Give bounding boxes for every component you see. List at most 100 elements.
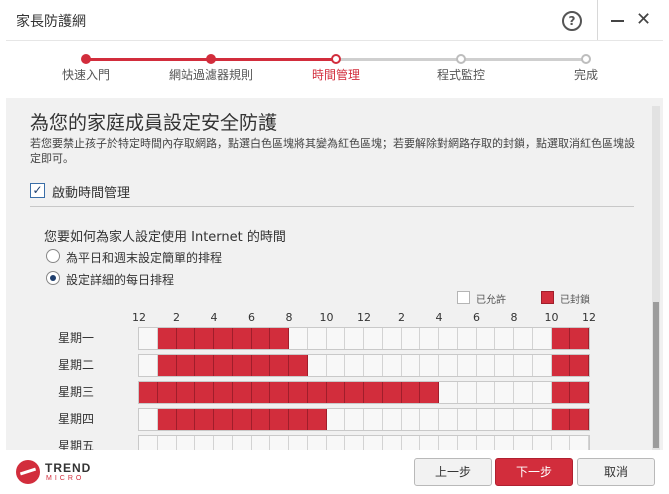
- schedule-cell[interactable]: [401, 382, 421, 403]
- schedule-cell[interactable]: [477, 328, 496, 349]
- schedule-cell[interactable]: [326, 382, 346, 403]
- scrollbar-thumb[interactable]: [653, 302, 659, 448]
- schedule-cell[interactable]: [252, 436, 271, 450]
- schedule-cell[interactable]: [176, 409, 196, 430]
- schedule-cell[interactable]: [495, 382, 514, 403]
- schedule-cell[interactable]: [195, 436, 214, 450]
- schedule-cell[interactable]: [458, 409, 477, 430]
- schedule-cell[interactable]: [495, 355, 514, 376]
- schedule-cell[interactable]: [327, 355, 346, 376]
- schedule-cell[interactable]: [439, 436, 458, 450]
- schedule-cell[interactable]: [176, 355, 196, 376]
- schedule-cell[interactable]: [195, 328, 214, 349]
- schedule-row-monday[interactable]: [138, 327, 590, 350]
- schedule-cell[interactable]: [458, 328, 477, 349]
- schedule-cell[interactable]: [420, 409, 439, 430]
- schedule-cell[interactable]: [232, 409, 252, 430]
- schedule-cell[interactable]: [195, 382, 214, 403]
- schedule-cell[interactable]: [458, 355, 477, 376]
- schedule-cell[interactable]: [383, 409, 402, 430]
- radio-label-detailed[interactable]: 設定詳細的每日排程: [66, 271, 174, 288]
- schedule-cell[interactable]: [495, 328, 514, 349]
- schedule-cell[interactable]: [176, 328, 196, 349]
- schedule-cell[interactable]: [232, 328, 252, 349]
- schedule-cell[interactable]: [157, 382, 177, 403]
- schedule-cell[interactable]: [139, 355, 158, 376]
- schedule-cell[interactable]: [551, 355, 571, 376]
- schedule-cell[interactable]: [214, 409, 233, 430]
- schedule-cell[interactable]: [383, 436, 402, 450]
- schedule-cell[interactable]: [307, 382, 327, 403]
- schedule-cell[interactable]: [514, 436, 533, 450]
- schedule-cell[interactable]: [533, 382, 552, 403]
- help-icon[interactable]: ?: [562, 11, 582, 31]
- schedule-cell[interactable]: [495, 409, 514, 430]
- schedule-cell[interactable]: [176, 382, 196, 403]
- schedule-cell[interactable]: [533, 409, 552, 430]
- schedule-row-wednesday[interactable]: [138, 381, 590, 404]
- schedule-cell[interactable]: [270, 355, 289, 376]
- schedule-cell[interactable]: [345, 355, 364, 376]
- schedule-cell[interactable]: [214, 382, 233, 403]
- schedule-cell[interactable]: [270, 328, 289, 349]
- schedule-cell[interactable]: [364, 355, 383, 376]
- schedule-cell[interactable]: [233, 436, 252, 450]
- schedule-cell[interactable]: [232, 355, 252, 376]
- schedule-cell[interactable]: [458, 436, 477, 450]
- schedule-cell[interactable]: [289, 382, 308, 403]
- schedule-row-thursday[interactable]: [138, 408, 590, 431]
- checkbox-checked-icon[interactable]: ✓: [30, 183, 45, 198]
- next-button[interactable]: 下一步: [495, 458, 573, 486]
- schedule-cell[interactable]: [533, 355, 552, 376]
- schedule-cell[interactable]: [570, 328, 589, 349]
- schedule-cell[interactable]: [420, 436, 439, 450]
- schedule-cell[interactable]: [251, 382, 271, 403]
- schedule-cell[interactable]: [533, 328, 552, 349]
- schedule-cell[interactable]: [439, 328, 458, 349]
- schedule-cell[interactable]: [195, 409, 214, 430]
- schedule-cell[interactable]: [552, 436, 571, 450]
- schedule-cell[interactable]: [139, 328, 158, 349]
- schedule-cell[interactable]: [158, 436, 177, 450]
- schedule-cell[interactable]: [327, 328, 346, 349]
- schedule-cell[interactable]: [570, 436, 589, 450]
- schedule-cell[interactable]: [289, 409, 308, 430]
- schedule-cell[interactable]: [570, 382, 589, 403]
- schedule-cell[interactable]: [251, 355, 271, 376]
- schedule-cell[interactable]: [477, 355, 496, 376]
- schedule-cell[interactable]: [570, 409, 589, 430]
- radio-simple-schedule[interactable]: [46, 249, 60, 263]
- schedule-cell[interactable]: [214, 436, 233, 450]
- schedule-cell[interactable]: [477, 409, 496, 430]
- schedule-cell[interactable]: [364, 382, 383, 403]
- schedule-cell[interactable]: [139, 409, 158, 430]
- radio-label-simple[interactable]: 為平日和週末設定簡單的排程: [66, 249, 222, 266]
- schedule-cell[interactable]: [177, 436, 196, 450]
- schedule-cell[interactable]: [345, 409, 364, 430]
- schedule-cell[interactable]: [327, 436, 346, 450]
- schedule-cell[interactable]: [345, 382, 364, 403]
- schedule-cell[interactable]: [157, 355, 177, 376]
- schedule-cell[interactable]: [214, 355, 233, 376]
- back-button[interactable]: 上一步: [414, 458, 492, 486]
- schedule-cell[interactable]: [157, 328, 177, 349]
- schedule-cell[interactable]: [364, 409, 383, 430]
- vertical-scrollbar[interactable]: [652, 106, 660, 450]
- schedule-cell[interactable]: [551, 409, 571, 430]
- schedule-cell[interactable]: [382, 382, 402, 403]
- schedule-cell[interactable]: [232, 382, 252, 403]
- schedule-cell[interactable]: [308, 328, 327, 349]
- schedule-cell[interactable]: [157, 409, 177, 430]
- schedule-cell[interactable]: [345, 436, 364, 450]
- close-icon[interactable]: ✕: [636, 9, 651, 31]
- schedule-cell[interactable]: [402, 355, 421, 376]
- schedule-row-friday[interactable]: [138, 435, 590, 450]
- schedule-cell[interactable]: [308, 436, 327, 450]
- schedule-cell[interactable]: [514, 328, 533, 349]
- schedule-cell[interactable]: [139, 382, 158, 403]
- schedule-cell[interactable]: [458, 382, 477, 403]
- schedule-cell[interactable]: [214, 328, 233, 349]
- cancel-button[interactable]: 取消: [577, 458, 655, 486]
- schedule-cell[interactable]: [327, 409, 346, 430]
- schedule-cell[interactable]: [307, 409, 327, 430]
